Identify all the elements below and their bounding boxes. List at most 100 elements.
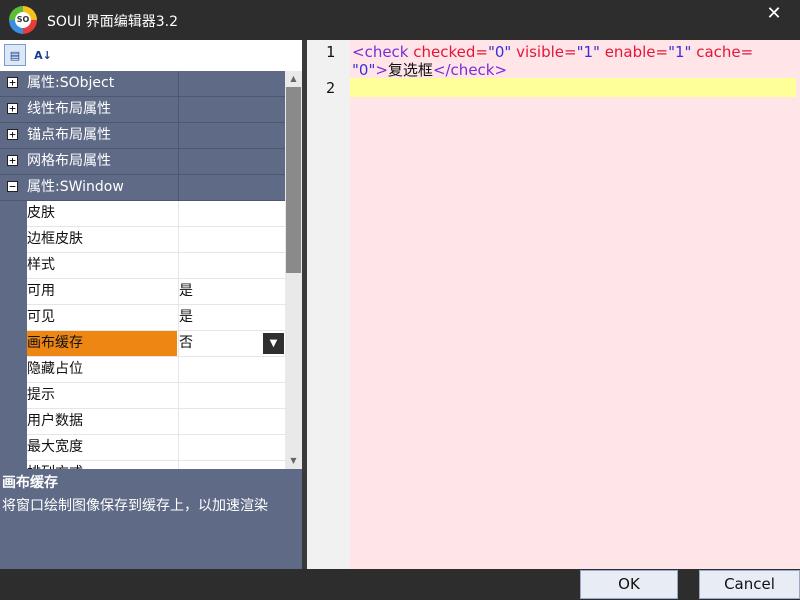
property-name: 可用 [27, 283, 55, 299]
expand-plus-icon[interactable]: + [7, 103, 18, 114]
app-logo-icon: SO [9, 6, 37, 34]
group-value-cell [178, 175, 285, 200]
scroll-down-icon[interactable]: ▼ [285, 453, 302, 469]
property-name: 排列方式 [27, 461, 177, 469]
group-label: 网格布局属性 [27, 153, 111, 169]
property-value[interactable] [178, 409, 285, 434]
xml-attr: cache= [691, 43, 754, 61]
property-value[interactable]: 是 [178, 279, 285, 304]
row-gutter [0, 279, 27, 305]
button-bar: OK Cancel [0, 569, 800, 600]
row-gutter [0, 227, 27, 253]
group-label: 属性:SObject [27, 75, 115, 91]
property-row-border-skin[interactable]: 边框皮肤 [0, 227, 285, 253]
xml-value: "0" [487, 43, 512, 61]
xml-value: "0" [352, 61, 376, 79]
property-row-style[interactable]: 样式 [0, 253, 285, 279]
property-row-max-width[interactable]: 最大宽度 [0, 435, 285, 461]
xml-value: "1" [576, 43, 600, 61]
property-value[interactable] [178, 227, 285, 252]
xml-attr: checked= [408, 43, 488, 61]
line-number: 2 [325, 79, 335, 97]
row-gutter [0, 331, 27, 357]
property-value[interactable] [178, 201, 285, 226]
row-gutter [0, 409, 27, 435]
property-value[interactable] [178, 461, 285, 469]
property-value[interactable] [178, 435, 285, 460]
property-description: 画布缓存 将窗口绘制图像保存到缓存上，以加速渲染 [0, 469, 302, 569]
property-name: 提示 [27, 387, 55, 403]
row-gutter [0, 253, 27, 279]
row-gutter [0, 461, 27, 469]
cancel-button[interactable]: Cancel [699, 570, 800, 599]
app-logo-text: SO [15, 12, 31, 28]
property-name: 可见 [27, 309, 55, 325]
property-name: 皮肤 [27, 205, 55, 221]
sort-az-icon[interactable]: A↓ [32, 44, 54, 66]
categorized-view-icon[interactable]: ▤ [4, 44, 26, 66]
property-name: 用户数据 [27, 413, 83, 429]
xml-attr: enable= [599, 43, 669, 61]
dropdown-arrow-icon[interactable]: ▼ [263, 333, 284, 354]
property-scrollbar[interactable]: ▲ ▼ [285, 71, 302, 469]
group-row-swindow[interactable]: − 属性:SWindow [0, 175, 285, 201]
property-grid: + 属性:SObject + 线性布局属性 + 锚点布局属性 + 网格布局属性 … [0, 71, 285, 469]
row-gutter [0, 435, 27, 461]
xml-open-tag: <check [352, 43, 409, 61]
property-row-cache[interactable]: 画布缓存 否 ▼ [0, 331, 285, 357]
property-row-tip[interactable]: 提示 [0, 383, 285, 409]
editor-dialog: SO SOUI 界面编辑器3.2 ✕ ▤ A↓ + 属性:SObject + 线… [0, 0, 800, 600]
description-title: 画布缓存 [2, 475, 58, 491]
window-title: SOUI 界面编辑器3.2 [47, 14, 178, 30]
property-row-partial[interactable]: 排列方式 [0, 461, 285, 469]
code-area[interactable]: <check checked="0" visible="1" enable="1… [350, 40, 800, 569]
property-value[interactable]: 是 [178, 305, 285, 330]
group-value-cell [178, 97, 285, 122]
xml-text: 复选框 [387, 61, 433, 79]
title-bar: SO SOUI 界面编辑器3.2 ✕ [0, 0, 800, 40]
property-row-visible[interactable]: 可见 是 [0, 305, 285, 331]
expand-plus-icon[interactable]: + [7, 155, 18, 166]
expand-plus-icon[interactable]: + [7, 129, 18, 140]
property-value[interactable] [178, 253, 285, 278]
xml-editor[interactable]: 1 2 <check checked="0" visible="1" enabl… [307, 40, 800, 569]
property-row-user-data[interactable]: 用户数据 [0, 409, 285, 435]
group-row-linear-layout[interactable]: + 线性布局属性 [0, 97, 285, 123]
group-value-cell [178, 149, 285, 174]
xml-tag-gt: > [375, 61, 388, 79]
property-name: 最大宽度 [27, 439, 83, 455]
group-label: 线性布局属性 [27, 101, 111, 117]
collapse-minus-icon[interactable]: − [7, 181, 18, 192]
xml-attr: visible= [511, 43, 577, 61]
scroll-up-icon[interactable]: ▲ [285, 71, 302, 87]
expand-plus-icon[interactable]: + [7, 77, 18, 88]
group-value-cell [178, 123, 285, 148]
code-line-1a: <check checked="0" visible="1" enable="1… [352, 43, 753, 61]
code-line-1b: "0">复选框</check> [352, 61, 507, 79]
property-name: 样式 [27, 257, 55, 273]
current-line-highlight [350, 78, 796, 97]
row-gutter [0, 383, 27, 409]
ok-button[interactable]: OK [580, 570, 678, 599]
row-gutter [0, 305, 27, 331]
group-value-cell [178, 71, 285, 96]
property-toolbar: ▤ A↓ [0, 40, 302, 71]
group-row-grid-layout[interactable]: + 网格布局属性 [0, 149, 285, 175]
property-name: 边框皮肤 [27, 231, 83, 247]
group-row-sobject[interactable]: + 属性:SObject [0, 71, 285, 97]
description-text: 将窗口绘制图像保存到缓存上，以加速渲染 [2, 498, 268, 514]
group-label: 属性:SWindow [27, 179, 124, 195]
property-row-enabled[interactable]: 可用 是 [0, 279, 285, 305]
group-row-anchor-layout[interactable]: + 锚点布局属性 [0, 123, 285, 149]
row-gutter [0, 357, 27, 383]
property-row-skin[interactable]: 皮肤 [0, 201, 285, 227]
property-value[interactable] [178, 357, 285, 382]
line-number: 1 [325, 43, 335, 61]
line-number-gutter: 1 2 [307, 40, 350, 569]
scroll-thumb[interactable] [286, 87, 301, 273]
xml-value: "1" [668, 43, 692, 61]
xml-close-tag: </check> [432, 61, 508, 79]
property-row-hide-placeholder[interactable]: 隐藏占位 [0, 357, 285, 383]
property-value[interactable] [178, 383, 285, 408]
close-icon[interactable]: ✕ [766, 5, 782, 23]
